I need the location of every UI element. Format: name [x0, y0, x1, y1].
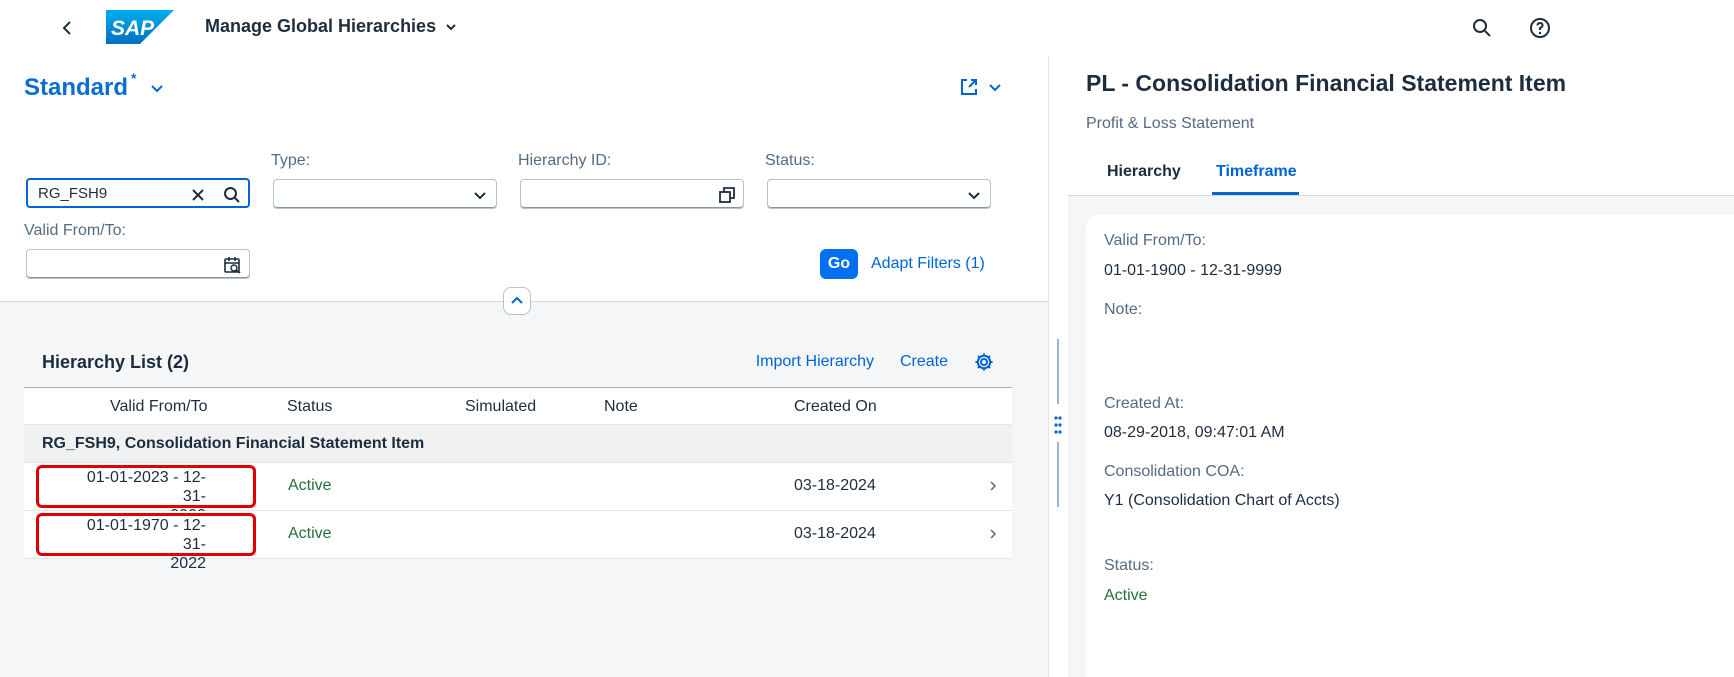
column-valid-from-to[interactable]: Valid From/To — [110, 398, 208, 416]
list-report-panel: Standard * RG_FSH9 Type: Hierarchy ID: S… — [0, 56, 1048, 677]
settings-icon[interactable] — [974, 352, 994, 372]
adapt-filters-button[interactable]: Adapt Filters (1) — [871, 255, 985, 273]
active-tab-indicator — [1212, 192, 1299, 195]
app-title-menu[interactable]: Manage Global Hierarchies — [205, 16, 458, 37]
hierarchy-id-input[interactable] — [520, 179, 744, 209]
valid-from-to-value: 01-01-1900 - 12-31-9999 — [1104, 262, 1282, 279]
hierarchy-id-label: Hierarchy ID: — [518, 152, 612, 169]
grip-icon[interactable] — [1053, 414, 1063, 436]
valid-from-to-label: Valid From/To: — [24, 222, 126, 239]
splitter-line — [1057, 339, 1059, 404]
shell-bar: SAP Manage Global Hierarchies — [0, 0, 1734, 56]
share-menu[interactable] — [958, 76, 1002, 98]
consolidation-coa-value: Y1 (Consolidation Chart of Accts) — [1104, 492, 1340, 509]
back-icon[interactable] — [56, 14, 78, 42]
date-range-icon[interactable] — [223, 255, 243, 275]
table-toolbar: Import Hierarchy Create — [756, 352, 994, 372]
valid-from-to-label: Valid From/To: — [1104, 232, 1206, 249]
status-label: Status: — [765, 152, 815, 169]
valid-from-to-input[interactable] — [26, 249, 250, 279]
status-cell: Active — [288, 525, 332, 542]
variant-modified-marker: * — [131, 70, 137, 86]
created-on-cell: 03-18-2024 — [794, 477, 876, 494]
search-icon[interactable] — [1470, 16, 1494, 40]
chevron-down-icon — [989, 84, 1001, 92]
status-label: Status: — [1104, 557, 1154, 574]
valid-from-to-line2: 2022 — [170, 555, 206, 572]
column-status[interactable]: Status — [287, 398, 332, 416]
tab-timeframe[interactable]: Timeframe — [1216, 163, 1297, 181]
column-created-on[interactable]: Created On — [794, 398, 877, 416]
valid-from-to-cell: 01-01-1970 - 12-31- 2022 — [64, 516, 206, 573]
share-icon — [961, 79, 977, 95]
app-title: Manage Global Hierarchies — [205, 16, 437, 36]
table-row[interactable]: 01-01-1970 - 12-31- 2022 Active 03-18-20… — [24, 511, 1012, 572]
group-label: RG_FSH9, Consolidation Financial Stateme… — [42, 435, 425, 452]
table-title: Hierarchy List (2) — [42, 352, 190, 372]
go-button[interactable]: Go — [820, 249, 858, 279]
hierarchy-list: Hierarchy List (2) Import Hierarchy Crea… — [24, 330, 1012, 572]
chevron-down-icon — [446, 23, 456, 30]
splitter-line — [1057, 442, 1059, 507]
column-note[interactable]: Note — [604, 398, 638, 416]
detail-panel: PL - Consolidation Financial Statement I… — [1068, 56, 1734, 677]
table-row[interactable]: 01-01-2023 - 12-31- 9999 Active 03-18-20… — [24, 463, 1012, 524]
navigation-arrow-icon[interactable] — [986, 527, 1000, 541]
create-button[interactable]: Create — [900, 353, 948, 371]
layout-splitter[interactable] — [1048, 56, 1068, 677]
created-at-label: Created At: — [1104, 395, 1185, 412]
search-input[interactable]: RG_FSH9 — [26, 178, 250, 208]
created-on-cell: 03-18-2024 — [794, 525, 876, 542]
help-icon[interactable] — [1528, 16, 1552, 40]
variant-selector[interactable]: Standard * — [24, 70, 164, 102]
chevron-down-icon — [474, 192, 486, 200]
status-value: Active — [1104, 587, 1148, 604]
filter-bar: Standard * RG_FSH9 Type: Hierarchy ID: S… — [0, 56, 1048, 302]
import-hierarchy-button[interactable]: Import Hierarchy — [756, 353, 874, 371]
column-simulated[interactable]: Simulated — [465, 398, 536, 416]
chevron-up-icon — [511, 296, 523, 304]
status-select[interactable] — [767, 179, 991, 209]
search-value: RG_FSH9 — [38, 185, 108, 202]
collapse-header-button[interactable] — [503, 287, 531, 315]
created-at-value: 08-29-2018, 09:47:01 AM — [1104, 424, 1285, 441]
detail-subtitle: Profit & Loss Statement — [1086, 115, 1255, 132]
valid-from-to-line1: 01-01-1970 - 12-31- — [86, 517, 206, 553]
sap-logo[interactable]: SAP — [106, 10, 174, 44]
type-select[interactable] — [273, 179, 497, 209]
consolidation-coa-label: Consolidation COA: — [1104, 463, 1245, 480]
clear-icon[interactable] — [188, 185, 208, 205]
status-cell: Active — [288, 477, 332, 494]
variant-name: Standard — [24, 74, 129, 101]
group-header-row: RG_FSH9, Consolidation Financial Stateme… — [24, 425, 1012, 463]
value-help-icon[interactable] — [717, 185, 737, 205]
chevron-down-icon — [968, 192, 980, 200]
table-header: Valid From/To Status Simulated Note Crea… — [24, 387, 1012, 425]
search-icon[interactable] — [222, 185, 242, 205]
navigation-arrow-icon[interactable] — [986, 479, 1000, 493]
note-label: Note: — [1104, 301, 1143, 318]
chevron-down-icon — [151, 85, 164, 93]
tab-hierarchy[interactable]: Hierarchy — [1107, 163, 1181, 181]
timeframe-card: Valid From/To: 01-01-1900 - 12-31-9999 N… — [1086, 215, 1734, 677]
detail-header: PL - Consolidation Financial Statement I… — [1068, 56, 1734, 196]
detail-title: PL - Consolidation Financial Statement I… — [1086, 70, 1567, 96]
type-label: Type: — [271, 152, 311, 169]
svg-text:SAP: SAP — [111, 17, 155, 40]
valid-from-to-line1: 01-01-2023 - 12-31- — [86, 469, 206, 505]
